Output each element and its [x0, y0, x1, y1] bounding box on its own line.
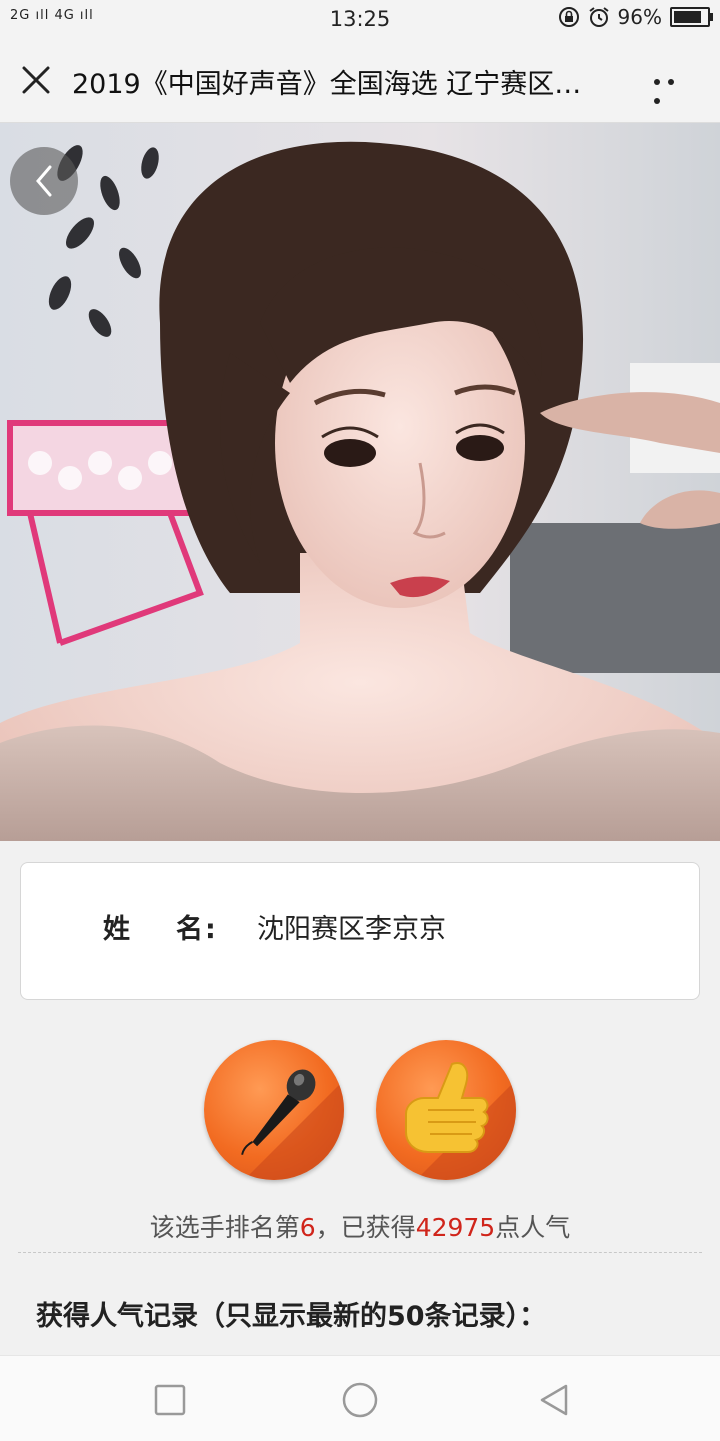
- alarm-icon: [588, 7, 609, 27]
- name-card: 姓 名: 沈阳赛区李京京: [20, 862, 700, 1000]
- ranking-summary: 该选手排名第6，已获得42975点人气: [0, 1208, 720, 1244]
- ranking-middle: ，已获得: [315, 1213, 416, 1242]
- vote-button[interactable]: [204, 1040, 344, 1180]
- records-heading: 获得人气记录（只显示最新的50条记录）：: [36, 1301, 547, 1332]
- battery-percent: 96%: [617, 5, 662, 29]
- contestant-photo: [0, 123, 720, 841]
- name-label-char-2: 名:: [176, 914, 218, 945]
- recent-apps-icon[interactable]: [152, 1382, 188, 1418]
- chevron-left-icon: [36, 165, 52, 197]
- battery-fill: [674, 11, 701, 23]
- status-bar: 2G ıll 4G ıll 13:25 96%: [0, 0, 720, 38]
- more-options-button[interactable]: [650, 70, 690, 104]
- ranking-suffix: 点人气: [495, 1213, 571, 1242]
- microphone-icon: [241, 1069, 344, 1180]
- vote-count: 42975: [415, 1213, 496, 1242]
- contestant-name: 沈阳赛区李京京: [257, 914, 446, 945]
- battery-icon: [670, 7, 713, 27]
- system-nav-bar: [0, 1355, 720, 1441]
- title-bar: 2019《中国好声音》全国海选 辽宁赛区…: [0, 38, 720, 123]
- page-title: 2019《中国好声音》全国海选 辽宁赛区…: [72, 69, 582, 100]
- back-icon[interactable]: [536, 1382, 572, 1418]
- dot-icon: [668, 79, 674, 85]
- home-icon[interactable]: [342, 1382, 378, 1418]
- divider: [18, 1252, 702, 1253]
- close-icon[interactable]: [18, 62, 54, 98]
- photo-back-button[interactable]: [10, 147, 78, 215]
- lock-rotation-icon: [558, 7, 579, 27]
- thumbs-up-icon: [405, 1062, 516, 1180]
- name-label-char-1: 姓: [103, 914, 132, 945]
- ranking-prefix: 该选手排名第: [149, 1213, 300, 1242]
- portrait-illustration: [0, 123, 720, 841]
- like-button[interactable]: [376, 1040, 516, 1180]
- name-label: 姓 名:: [103, 907, 218, 946]
- status-right: 96%: [558, 5, 713, 29]
- dot-icon: [654, 79, 660, 85]
- rank-number: 6: [299, 1213, 316, 1242]
- dot-icon: [654, 98, 660, 104]
